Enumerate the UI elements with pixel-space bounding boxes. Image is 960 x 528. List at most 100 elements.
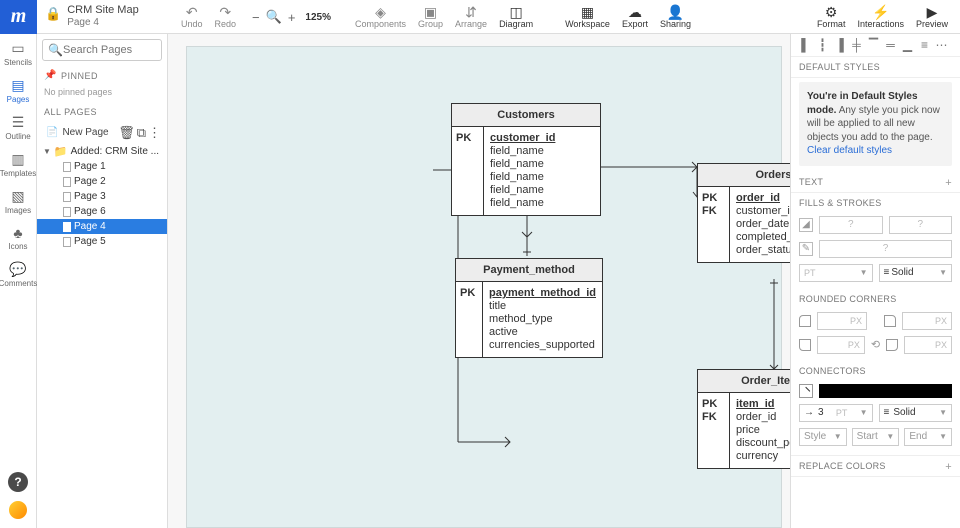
- page-row[interactable]: Page 3: [37, 189, 167, 204]
- align-bottom-button[interactable]: ▁: [899, 38, 916, 52]
- user-avatar[interactable]: [8, 500, 28, 520]
- distribute-v-button[interactable]: ≡: [916, 38, 933, 52]
- stroke-field[interactable]: ?: [819, 240, 952, 258]
- components-icon: ◈: [375, 5, 386, 19]
- connector-end-field[interactable]: End▼: [904, 428, 952, 446]
- zoom-in-button[interactable]: +: [284, 10, 300, 25]
- redo-button[interactable]: ↷Redo: [209, 3, 243, 31]
- rail-templates[interactable]: ▥Templates: [0, 145, 37, 182]
- add-text-style-button[interactable]: +: [945, 177, 952, 189]
- distribute-h-button[interactable]: ╪: [848, 38, 865, 52]
- rail-pages[interactable]: ▤Pages: [0, 71, 37, 108]
- stroke-swatch[interactable]: ✎: [799, 242, 813, 256]
- undo-button[interactable]: ↶Undo: [175, 3, 209, 31]
- entity-customers[interactable]: Customers PKcustomer_idfield_namefield_n…: [451, 103, 601, 216]
- entity-title: Payment_method: [456, 259, 602, 282]
- connector-start-field[interactable]: Start▼: [852, 428, 900, 446]
- preview-button[interactable]: ▶Preview: [910, 3, 954, 31]
- new-page-button[interactable]: 📄New Page: [42, 124, 113, 141]
- pin-icon: 📌: [44, 70, 57, 81]
- sharing-button[interactable]: 👤Sharing: [654, 3, 697, 31]
- align-top-button[interactable]: ▔: [865, 38, 882, 52]
- arrow-size-field[interactable]: →3PT▼: [799, 404, 873, 422]
- corner-br-field[interactable]: PX: [904, 336, 952, 354]
- page-row[interactable]: Page 2: [37, 174, 167, 189]
- entity-key: PK: [460, 287, 478, 300]
- align-center-h-button[interactable]: ┇: [814, 38, 831, 52]
- zoom-level[interactable]: 125%: [305, 12, 349, 23]
- connector-swatch[interactable]: [799, 384, 813, 398]
- connector-color-bar[interactable]: [819, 384, 952, 398]
- entity-field: currency: [736, 450, 790, 463]
- entity-key: [702, 244, 725, 257]
- entity-key: [456, 184, 479, 197]
- fill-field-1[interactable]: ?: [819, 216, 883, 234]
- page-row[interactable]: Page 5: [37, 234, 167, 249]
- page-tree: ▼ 📁 Added: CRM Site ... Page 1 Page 2 Page…: [37, 144, 167, 249]
- corner-bl-field[interactable]: PX: [817, 336, 865, 354]
- components-button[interactable]: ◈Components: [349, 3, 412, 31]
- arrange-icon: ⇵: [465, 5, 477, 19]
- stroke-style-field[interactable]: ≡Solid▼: [879, 264, 953, 282]
- entity-field: discount_percentage: [736, 437, 790, 450]
- corner-tr-field[interactable]: PX: [902, 312, 952, 330]
- add-replace-color-button[interactable]: +: [945, 461, 952, 473]
- outline-icon: ☰: [12, 114, 25, 131]
- fill-field-2[interactable]: ?: [889, 216, 953, 234]
- page-row[interactable]: Page 6: [37, 204, 167, 219]
- page-background[interactable]: Customers PKcustomer_idfield_namefield_n…: [186, 46, 782, 528]
- rail-stencils[interactable]: ▭Stencils: [0, 34, 37, 71]
- align-right-button[interactable]: ▐: [831, 38, 848, 52]
- expand-icon[interactable]: ▼: [43, 147, 51, 156]
- duplicate-page-button[interactable]: ⧉: [136, 125, 147, 141]
- folder-row[interactable]: ▼ 📁 Added: CRM Site ...: [37, 144, 167, 159]
- link-corners-icon[interactable]: ⟲: [871, 338, 880, 351]
- canvas[interactable]: Customers PKcustomer_idfield_namefield_n…: [168, 34, 790, 528]
- entity-payment-method[interactable]: Payment_method PKpayment_method_idtitlem…: [455, 258, 603, 358]
- page-options-button[interactable]: ⋮: [147, 125, 162, 141]
- stroke-width-field[interactable]: PT▼: [799, 264, 873, 282]
- interactions-button[interactable]: ⚡Interactions: [851, 3, 910, 31]
- diagram-icon: ◫: [509, 5, 522, 19]
- page-label: Page 3: [74, 191, 106, 202]
- page-label: Page 4: [74, 221, 106, 232]
- zoom-out-button[interactable]: −: [248, 10, 264, 25]
- help-button[interactable]: ?: [8, 472, 28, 492]
- page-icon: [63, 222, 71, 232]
- entity-key: [460, 326, 478, 339]
- rail-outline[interactable]: ☰Outline: [0, 108, 37, 145]
- entity-order-items[interactable]: Order_Items PKFKitem_idorder_idpricedisc…: [697, 369, 790, 469]
- workspace-button[interactable]: ▦Workspace: [559, 3, 616, 31]
- clear-default-styles-link[interactable]: Clear default styles: [807, 145, 892, 156]
- align-middle-button[interactable]: ═: [882, 38, 899, 52]
- fill-swatch[interactable]: ◢: [799, 218, 813, 232]
- app-logo[interactable]: m: [0, 0, 37, 34]
- arrange-button[interactable]: ⇵Arrange: [449, 3, 493, 31]
- search-icon: 🔍: [48, 43, 63, 57]
- page-row[interactable]: Page 1: [37, 159, 167, 174]
- connector-style-field[interactable]: Style▼: [799, 428, 847, 446]
- corner-br-icon: [886, 339, 898, 351]
- export-button[interactable]: ☁Export: [616, 3, 654, 31]
- page-label: Page 2: [74, 176, 106, 187]
- entity-orders[interactable]: Orders PKFKorder_idcustomer_idorder_date…: [697, 163, 790, 263]
- entity-field: price: [736, 424, 790, 437]
- rail-images[interactable]: ▧Images: [0, 182, 37, 219]
- rail-icons[interactable]: ♣Icons: [0, 219, 37, 255]
- delete-page-button[interactable]: 🗑: [117, 125, 136, 141]
- entity-field: field_name: [490, 171, 555, 184]
- group-button[interactable]: ▣Group: [412, 3, 449, 31]
- entity-field: item_id: [736, 398, 790, 411]
- page-row[interactable]: Page 4: [37, 219, 167, 234]
- rail-comments[interactable]: 💬Comments: [0, 255, 37, 292]
- align-left-button[interactable]: ▌: [797, 38, 814, 52]
- entity-title: Customers: [452, 104, 600, 127]
- document-title[interactable]: CRM Site Map: [67, 4, 139, 17]
- align-more-button[interactable]: ⋯: [933, 38, 950, 52]
- text-section-header: TEXT+: [791, 172, 960, 193]
- corner-tl-field[interactable]: PX: [817, 312, 867, 330]
- entity-title: Orders: [698, 164, 790, 187]
- connector-line-style-field[interactable]: ≡Solid▼: [879, 404, 953, 422]
- diagram-button[interactable]: ◫Diagram: [493, 3, 539, 31]
- format-button[interactable]: ⚙Format: [811, 3, 852, 31]
